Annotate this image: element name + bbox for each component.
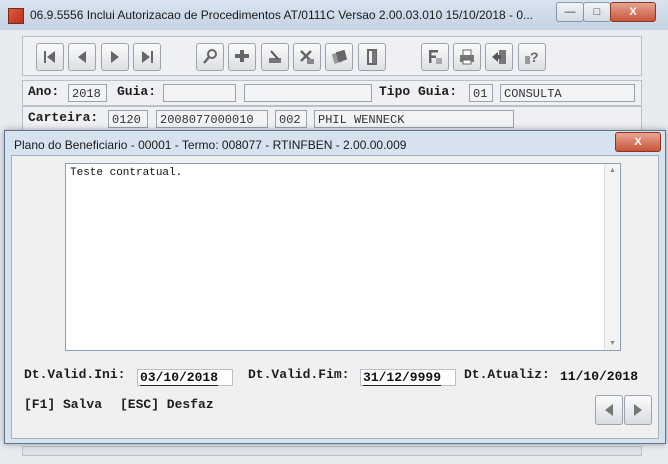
ano-field[interactable]: 2018 bbox=[68, 84, 107, 102]
record-toolbar: ? bbox=[22, 36, 642, 76]
first-record-button[interactable] bbox=[36, 43, 64, 71]
delete-icon bbox=[300, 50, 314, 64]
copy-button[interactable] bbox=[325, 43, 353, 71]
next-record-icon bbox=[111, 51, 119, 63]
dt-atualiz-value: 11/10/2018 bbox=[560, 369, 639, 384]
add-icon bbox=[235, 50, 249, 62]
carteira-label: Carteira: bbox=[28, 110, 99, 125]
help-icon: ? bbox=[525, 49, 539, 65]
bottom-strip bbox=[22, 446, 642, 456]
dt-valid-fim-value: 31/12/9999 bbox=[363, 370, 442, 386]
dt-atualiz-label: Dt.Atualiz: bbox=[464, 367, 550, 382]
exit-button[interactable] bbox=[358, 43, 386, 71]
plano-beneficiario-dialog: Plano do Beneficiario - 00001 - Termo: 0… bbox=[4, 130, 666, 444]
tipo-guia-label: Tipo Guia: bbox=[379, 84, 458, 99]
scroll-down-icon[interactable]: ▼ bbox=[609, 340, 616, 347]
edit-icon bbox=[269, 50, 281, 63]
print-icon bbox=[460, 49, 474, 65]
first-record-icon bbox=[44, 51, 55, 63]
app-icon bbox=[8, 8, 24, 24]
next-arrow-icon bbox=[634, 404, 642, 416]
filter-button[interactable] bbox=[421, 43, 449, 71]
minimize-button[interactable]: — bbox=[556, 2, 584, 22]
scroll-up-icon[interactable]: ▲ bbox=[609, 167, 616, 174]
dt-valid-ini-field[interactable]: 03/10/2018 bbox=[137, 369, 233, 386]
tipo-guia-desc-field[interactable]: CONSULTA bbox=[500, 84, 635, 102]
delete-button[interactable] bbox=[293, 43, 321, 71]
guia-field[interactable] bbox=[163, 84, 236, 102]
ano-guia-row: Ano: 2018 Guia: Tipo Guia: 01 CONSULTA bbox=[22, 80, 642, 106]
dialog-close-button[interactable]: X bbox=[615, 132, 661, 152]
carteira-seq-field[interactable]: 002 bbox=[275, 110, 307, 128]
dialog-body: Teste contratual. ▲ ▼ Dt.Valid.Ini: 03/1… bbox=[11, 155, 659, 439]
guia-number-field[interactable] bbox=[244, 84, 372, 102]
ano-label: Ano: bbox=[28, 84, 60, 99]
export-button[interactable] bbox=[485, 43, 513, 71]
memo-textarea[interactable]: Teste contratual. ▲ ▼ bbox=[65, 163, 621, 351]
edit-button[interactable] bbox=[261, 43, 289, 71]
carteira-op-field[interactable]: 0120 bbox=[108, 110, 148, 128]
previous-record-button[interactable] bbox=[68, 43, 96, 71]
dt-valid-fim-label: Dt.Valid.Fim: bbox=[248, 367, 350, 382]
main-title-bar: 06.9.5556 Inclui Autorizacao de Procedim… bbox=[0, 0, 668, 30]
copy-icon bbox=[331, 49, 348, 64]
help-button[interactable]: ? bbox=[518, 43, 546, 71]
memo-text: Teste contratual. bbox=[70, 167, 183, 179]
main-window-title: 06.9.5556 Inclui Autorizacao de Procedim… bbox=[30, 8, 534, 22]
svg-text:?: ? bbox=[530, 49, 539, 65]
filter-icon bbox=[429, 50, 442, 64]
last-record-button[interactable] bbox=[133, 43, 161, 71]
last-record-icon bbox=[142, 51, 153, 63]
dialog-previous-button[interactable] bbox=[595, 395, 623, 425]
guia-label: Guia: bbox=[117, 84, 157, 99]
hint-save: [F1] Salva bbox=[24, 397, 103, 412]
export-icon bbox=[492, 50, 506, 64]
close-window-button[interactable]: X bbox=[610, 2, 656, 22]
memo-scrollbar[interactable]: ▲ ▼ bbox=[604, 164, 620, 350]
carteira-row: Carteira: 0120 2008077000010 002 PHIL WE… bbox=[22, 106, 642, 132]
exit-door-icon bbox=[367, 49, 377, 65]
beneficiario-name-field[interactable]: PHIL WENNECK bbox=[314, 110, 514, 128]
dialog-title: Plano do Beneficiario - 00001 - Termo: 0… bbox=[14, 138, 407, 152]
search-button[interactable] bbox=[196, 43, 224, 71]
maximize-button[interactable]: □ bbox=[583, 2, 611, 22]
hint-undo: [ESC] Desfaz bbox=[120, 397, 214, 412]
carteira-number-field[interactable]: 2008077000010 bbox=[156, 110, 268, 128]
dt-valid-fim-field[interactable]: 31/12/9999 bbox=[360, 369, 456, 386]
previous-record-icon bbox=[78, 51, 86, 63]
next-record-button[interactable] bbox=[101, 43, 129, 71]
previous-arrow-icon bbox=[605, 404, 613, 416]
print-button[interactable] bbox=[453, 43, 481, 71]
dt-valid-ini-label: Dt.Valid.Ini: bbox=[24, 367, 126, 382]
dt-valid-ini-value: 03/10/2018 bbox=[140, 370, 219, 386]
dialog-next-button[interactable] bbox=[624, 395, 652, 425]
search-key-icon bbox=[203, 49, 217, 64]
add-button[interactable] bbox=[228, 43, 256, 71]
tipo-guia-code-field[interactable]: 01 bbox=[469, 84, 493, 102]
